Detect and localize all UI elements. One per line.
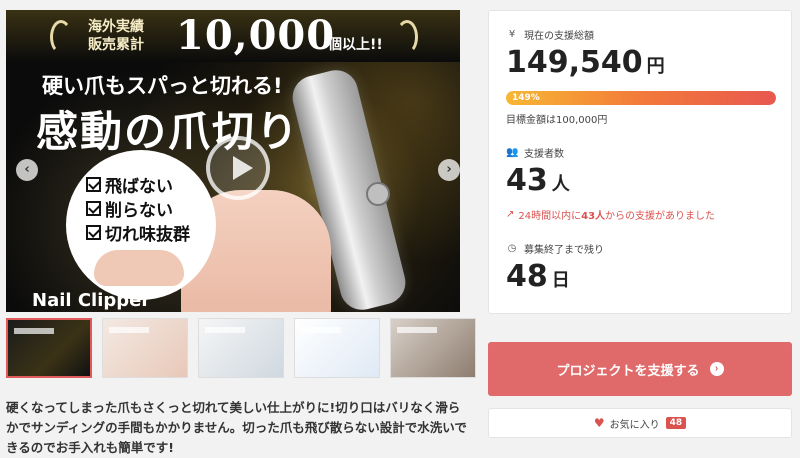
favorite-button[interactable]: ♥ お気に入り 48 [488, 408, 792, 438]
trend-count: 43人 [581, 211, 606, 222]
feature-text: 切れ味抜群 [105, 224, 190, 245]
laurel-left-icon [50, 20, 72, 54]
yen-icon: ¥ [508, 29, 516, 40]
thumbnail-4[interactable] [294, 318, 380, 378]
supporters-label-text: 支援者数 [524, 149, 564, 160]
next-slide-button[interactable]: › [438, 159, 460, 181]
hero-tagline: 硬い爪もスパっと切れる! [42, 74, 283, 98]
trend-prefix: 24時間以内に [518, 211, 582, 222]
check-icon [86, 200, 101, 216]
feature-list: 飛ばない 削らない 切れ味抜群 [86, 172, 190, 245]
thumbnail-detail [301, 327, 341, 333]
days-label-text: 募集終了まで残り [524, 245, 604, 256]
clock-icon: ◷ [507, 243, 517, 254]
total-value: 149,540 [506, 45, 643, 80]
total-unit: 円 [646, 56, 665, 77]
project-description: 硬くなってしまった爪もさくっと切れて美しい仕上がりに!切り口はバリなく滑らかでサ… [6, 400, 467, 455]
supporters-count: 43 人 [506, 163, 570, 198]
thumbnail-1[interactable] [6, 318, 92, 378]
thumbnail-3[interactable] [198, 318, 284, 378]
feature-item: 削らない [86, 196, 190, 221]
total-label: ¥ 現在の支援総額 [506, 27, 594, 42]
clipper-dial-image [366, 182, 390, 206]
project-page: 海外実績 販売累計 10,000 個以上!! 硬い爪もスパっと切れる! 感動の爪… [0, 0, 800, 458]
thumbnail-strip [6, 318, 476, 378]
feature-text: 飛ばない [105, 176, 173, 197]
sales-badge: 海外実績 販売累計 [76, 18, 156, 54]
days-left-label: ◷ 募集終了まで残り [506, 241, 604, 256]
progress-fill [506, 91, 776, 105]
funding-stats-card: ¥ 現在の支援総額 149,540 円 149% 目標金額は100,000円 👥 … [488, 10, 792, 314]
progress-bar: 149% [506, 91, 776, 105]
thumbnail-detail [14, 328, 54, 334]
days-left: 48 日 [506, 259, 570, 294]
trend-suffix: からの支援がありました [605, 211, 716, 222]
laurel-right-icon [396, 20, 418, 54]
support-button-label: プロジェクトを支援する [556, 362, 700, 378]
sales-number-suffix: 個以上!! [328, 37, 383, 53]
progress-percent: 149% [512, 93, 540, 103]
play-icon[interactable] [206, 136, 270, 200]
hero-video[interactable]: 海外実績 販売累計 10,000 個以上!! 硬い爪もスパっと切れる! 感動の爪… [6, 10, 460, 312]
total-label-text: 現在の支援総額 [524, 31, 594, 42]
supporters-unit: 人 [551, 174, 570, 195]
thumbnail-2[interactable] [102, 318, 188, 378]
sales-number: 10,000 [176, 12, 336, 59]
prev-slide-button[interactable]: ‹ [16, 159, 38, 181]
thumbnail-5[interactable] [390, 318, 476, 378]
thumbnail-detail [205, 327, 245, 333]
trend-up-icon: ↗ [506, 209, 515, 220]
thumbnail-detail [397, 327, 437, 333]
recent-support-notice: ↗ 24時間以内に 43人 からの支援がありました [506, 207, 715, 222]
feature-item: 飛ばない [86, 172, 190, 197]
favorite-count: 48 [665, 417, 687, 429]
badge-line-1: 海外実績 [88, 19, 144, 35]
people-icon: 👥 [506, 147, 519, 158]
days-value: 48 [506, 259, 548, 294]
feature-item: 切れ味抜群 [86, 220, 190, 245]
product-name: Nail Clipper [32, 290, 151, 311]
heart-icon: ♥ [593, 416, 605, 430]
thumbnail-detail [109, 327, 149, 333]
supporters-value: 43 [506, 163, 548, 198]
arrow-right-icon: › [709, 362, 724, 376]
favorite-label: お気に入り [609, 419, 660, 431]
toes-image [94, 250, 184, 286]
check-icon [86, 224, 101, 240]
support-project-button[interactable]: プロジェクトを支援する › [488, 342, 792, 396]
supporters-label: 👥 支援者数 [506, 145, 564, 160]
check-icon [86, 176, 101, 192]
goal-amount: 目標金額は100,000円 [506, 115, 608, 126]
badge-line-2: 販売累計 [88, 37, 144, 53]
feature-text: 削らない [105, 200, 173, 221]
total-amount: 149,540 円 [506, 45, 665, 80]
days-unit: 日 [551, 270, 570, 291]
